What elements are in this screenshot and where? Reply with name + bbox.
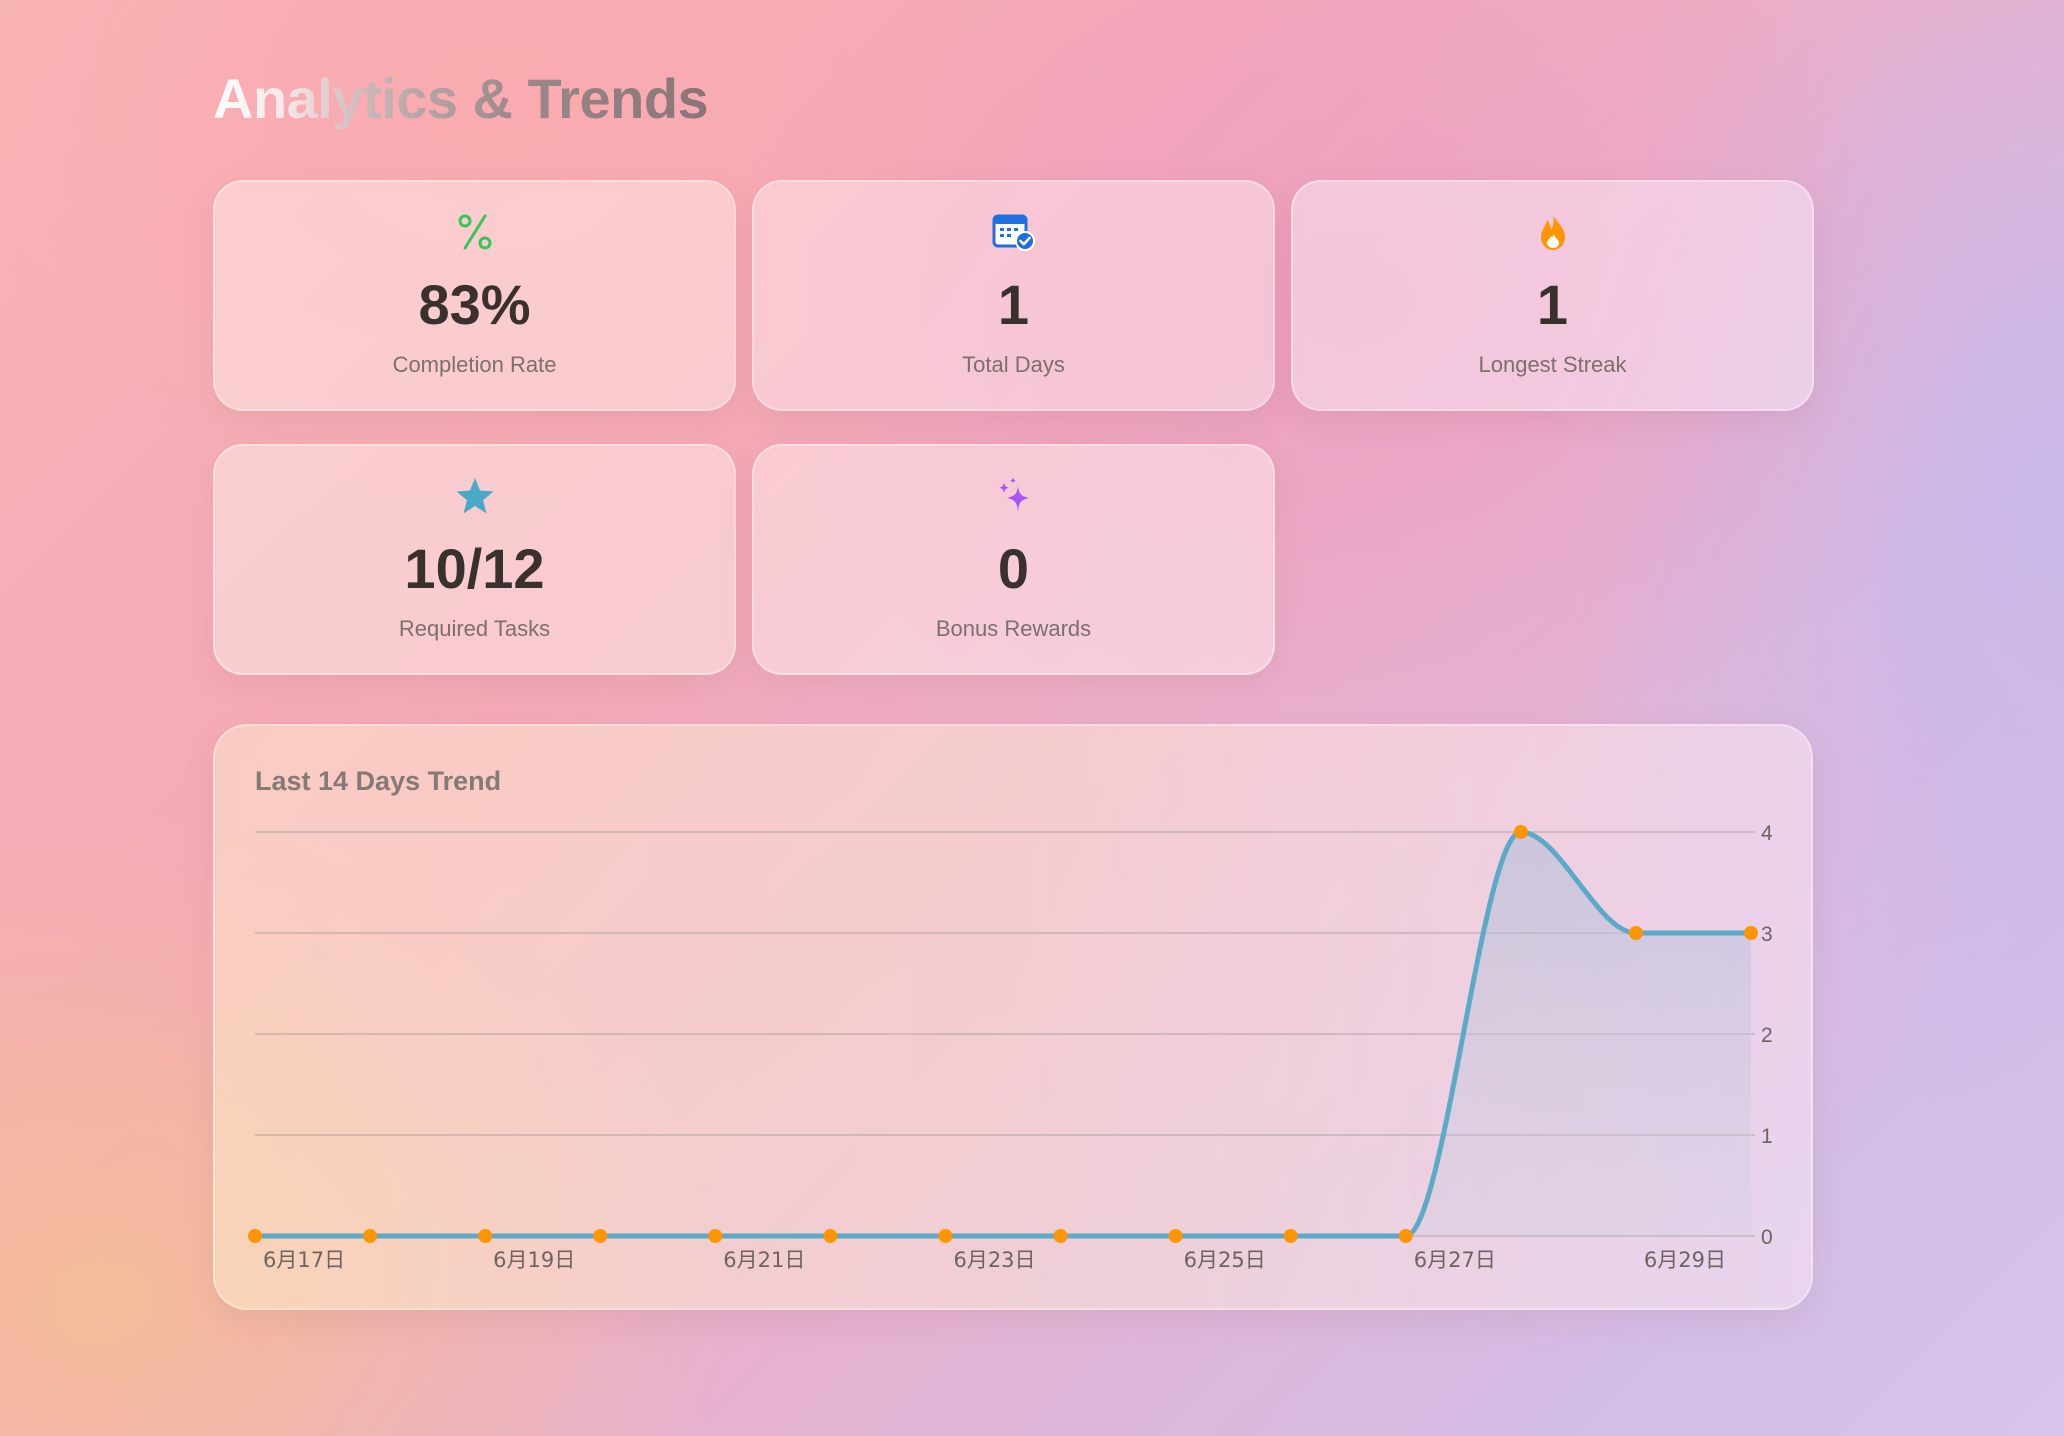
longest-streak-card: 1 Longest Streak xyxy=(1291,180,1814,411)
data-point xyxy=(1053,1229,1068,1243)
data-point xyxy=(248,1229,262,1243)
x-tick-label: 6月17日 xyxy=(263,1248,345,1272)
flame-icon xyxy=(1293,210,1812,254)
data-point xyxy=(1168,1229,1183,1243)
data-point xyxy=(1283,1229,1298,1243)
page-title: Analytics & Trends xyxy=(213,67,709,130)
required-tasks-card: 10/12 Required Tasks xyxy=(213,444,736,675)
x-tick-label: 6月19日 xyxy=(493,1248,575,1272)
data-point xyxy=(938,1229,953,1243)
calendar-check-icon xyxy=(754,210,1273,254)
longest-streak-label: Longest Streak xyxy=(1478,352,1627,377)
completion-rate-card: 83% Completion Rate xyxy=(213,180,736,411)
longest-streak-value: 1 xyxy=(1536,273,1569,336)
required-tasks-value: 10/12 xyxy=(404,537,545,600)
data-point xyxy=(1628,926,1643,940)
bonus-rewards-card: 0 Bonus Rewards xyxy=(752,444,1275,675)
sparkles-icon xyxy=(754,474,1273,518)
completion-rate-label: Completion Rate xyxy=(392,352,557,377)
data-point xyxy=(593,1229,608,1243)
total-days-value: 1 xyxy=(997,273,1030,336)
data-point xyxy=(708,1229,723,1243)
data-point xyxy=(1744,926,1758,940)
data-point xyxy=(823,1229,838,1243)
x-tick-label: 6月23日 xyxy=(953,1248,1035,1272)
data-point xyxy=(1398,1229,1413,1243)
star-icon xyxy=(215,474,734,518)
data-point xyxy=(478,1229,493,1243)
y-tick-label: 0 xyxy=(1761,1226,1773,1249)
trend-chart-card: Last 14 Days Trend 0 1 2 3 4 6月17日 6月19日 6月21日 6… xyxy=(213,724,1813,1310)
completion-rate-value: 83% xyxy=(418,273,531,336)
x-tick-label: 6月29日 xyxy=(1644,1248,1726,1272)
data-point xyxy=(363,1229,378,1243)
percent-icon xyxy=(215,210,734,254)
x-tick-label: 6月27日 xyxy=(1414,1248,1496,1272)
required-tasks-label: Required Tasks xyxy=(398,616,551,641)
bonus-rewards-label: Bonus Rewards xyxy=(935,616,1092,641)
x-tick-label: 6月21日 xyxy=(723,1248,805,1272)
y-tick-label: 1 xyxy=(1761,1125,1773,1148)
total-days-card: 1 Total Days xyxy=(752,180,1275,411)
trend-chart: 0 1 2 3 4 6月17日 6月19日 6月21日 6月23日 6月25日 6月27日 6月29日 xyxy=(248,822,1773,1272)
bonus-rewards-value: 0 xyxy=(997,537,1030,600)
data-point xyxy=(1513,825,1528,839)
y-tick-label: 2 xyxy=(1761,1024,1773,1047)
x-tick-label: 6月25日 xyxy=(1184,1248,1266,1272)
y-tick-label: 4 xyxy=(1761,822,1773,845)
total-days-label: Total Days xyxy=(962,352,1065,377)
y-tick-label: 3 xyxy=(1761,923,1773,946)
